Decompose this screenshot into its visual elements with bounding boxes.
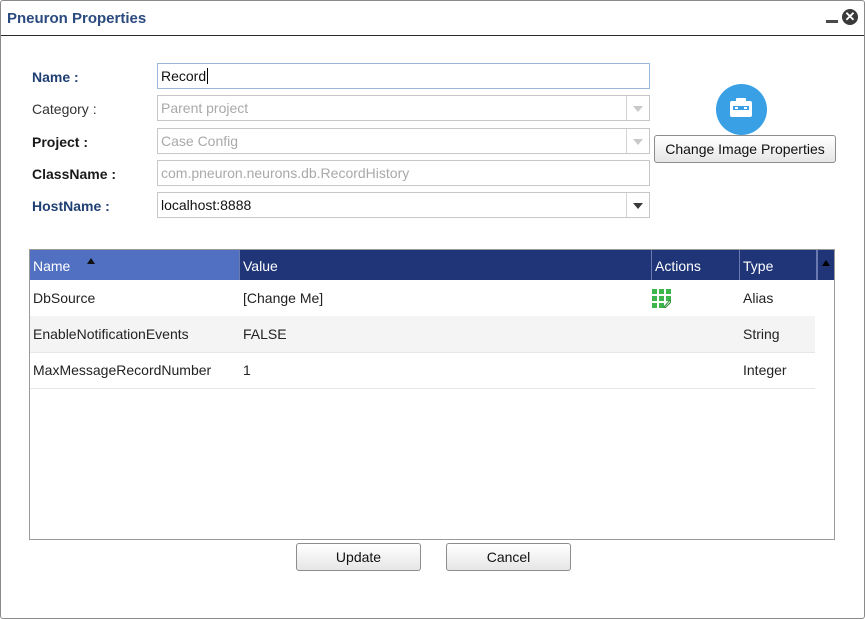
properties-grid: Name Value Actions Type DbSource [Change… — [29, 249, 835, 540]
edit-grid-icon[interactable] — [652, 289, 671, 308]
row-name: MaxMessageRecordNumber — [33, 362, 212, 378]
row-value[interactable]: FALSE — [240, 316, 287, 352]
hostname-select-value: localhost:8888 — [161, 197, 252, 213]
category-select[interactable]: Parent project — [157, 95, 650, 121]
pneuron-image-icon — [716, 84, 767, 135]
hostname-dropdown-icon[interactable] — [626, 193, 649, 217]
project-label: Project : — [32, 134, 89, 150]
project-select-value: Case Config — [161, 133, 239, 149]
grid-header: Name Value Actions Type — [30, 250, 834, 280]
name-input[interactable]: Record — [157, 63, 650, 89]
project-select[interactable]: Case Config — [157, 128, 650, 154]
column-header-value[interactable]: Value — [240, 250, 652, 280]
classname-label: ClassName : — [32, 166, 117, 182]
minimize-icon[interactable] — [824, 11, 840, 25]
classname-field: com.pneuron.neurons.db.RecordHistory — [157, 160, 650, 186]
column-header-name[interactable]: Name — [30, 250, 240, 280]
column-header-value-label: Value — [243, 258, 278, 274]
scroll-up-icon[interactable] — [817, 250, 835, 280]
change-image-properties-button[interactable]: Change Image Properties — [654, 135, 836, 163]
category-select-value: Parent project — [161, 100, 249, 116]
row-value[interactable]: [Change Me] — [240, 280, 323, 316]
row-name: EnableNotificationEvents — [33, 326, 189, 342]
pneuron-properties-dialog: Pneuron Properties ✕ Name : Category : P… — [0, 0, 865, 619]
cancel-button[interactable]: Cancel — [446, 543, 571, 571]
name-label: Name : — [32, 69, 79, 85]
category-label: Category : — [32, 101, 97, 117]
row-type: Alias — [743, 290, 774, 306]
table-row[interactable]: MaxMessageRecordNumber 1 Integer — [30, 352, 815, 389]
project-dropdown-icon[interactable] — [626, 129, 649, 153]
table-row[interactable]: DbSource [Change Me] Alias — [30, 280, 815, 317]
column-header-type[interactable]: Type — [740, 250, 817, 280]
close-icon[interactable]: ✕ — [842, 9, 858, 25]
row-type: Integer — [743, 362, 787, 378]
dialog-title: Pneuron Properties — [7, 10, 147, 27]
hostname-select[interactable]: localhost:8888 — [157, 192, 650, 218]
row-name: DbSource — [33, 290, 96, 306]
category-dropdown-icon[interactable] — [626, 96, 649, 120]
table-row[interactable]: EnableNotificationEvents FALSE String — [30, 316, 815, 353]
column-header-actions-label: Actions — [655, 258, 701, 274]
classname-field-value: com.pneuron.neurons.db.RecordHistory — [161, 165, 410, 181]
row-type: String — [743, 326, 780, 342]
sort-ascending-icon[interactable] — [87, 258, 95, 264]
database-record-icon — [730, 98, 752, 117]
column-header-name-label: Name — [33, 258, 71, 274]
update-button[interactable]: Update — [296, 543, 421, 571]
column-header-type-label: Type — [743, 258, 774, 274]
column-header-actions[interactable]: Actions — [652, 250, 740, 280]
title-bar[interactable]: Pneuron Properties ✕ — [1, 1, 864, 36]
name-input-value: Record — [161, 68, 207, 84]
hostname-label: HostName : — [32, 198, 110, 214]
row-value[interactable]: 1 — [240, 352, 251, 388]
